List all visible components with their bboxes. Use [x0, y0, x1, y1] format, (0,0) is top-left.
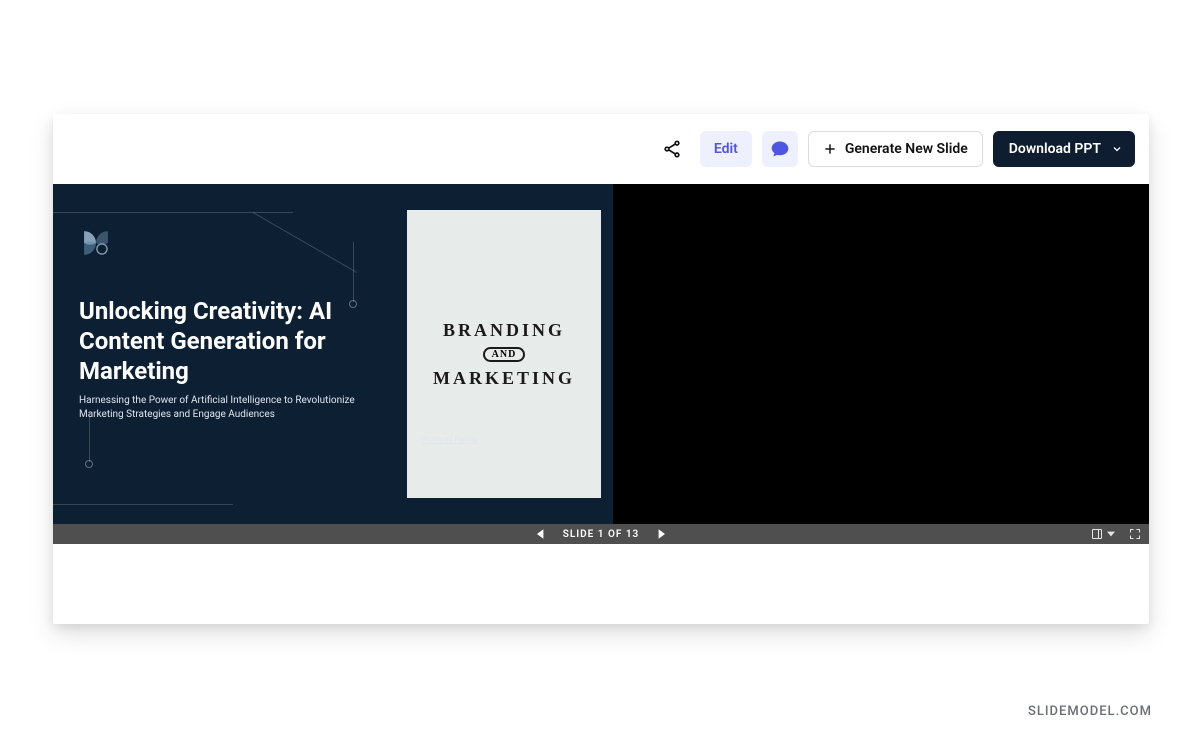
download-ppt-button[interactable]: Download PPT	[993, 131, 1135, 167]
edit-button[interactable]: Edit	[700, 131, 752, 167]
photo-credit: Photo by Pexels	[421, 435, 478, 444]
chevron-down-icon	[1111, 143, 1123, 155]
plus-icon	[823, 142, 837, 156]
caret-down-icon	[1107, 530, 1115, 538]
slide-counter: SLIDE 1 OF 13	[563, 529, 640, 540]
slide-subtitle: Harnessing the Power of Artificial Intel…	[79, 394, 399, 422]
slide-title: Unlocking Creativity: AI Content Generat…	[79, 296, 399, 386]
poster-line-2: MARKETING	[433, 368, 575, 389]
prev-slide-button[interactable]	[519, 529, 563, 539]
app-card: Edit Generate New Slide Download PPT	[53, 114, 1149, 624]
view-mode-button[interactable]	[1091, 528, 1115, 540]
nav-right-controls	[1091, 524, 1141, 544]
fullscreen-icon	[1129, 528, 1141, 540]
decor-line	[253, 212, 357, 273]
poster-and: AND	[483, 347, 526, 362]
generate-button-label: Generate New Slide	[845, 141, 968, 157]
share-button[interactable]	[654, 131, 690, 167]
watermark: SLIDEMODEL.COM	[1028, 704, 1152, 719]
slide-nav-bar: SLIDE 1 OF 13	[53, 524, 1149, 544]
slide-viewer: Unlocking Creativity: AI Content Generat…	[53, 184, 1149, 524]
arrow-left-icon	[537, 529, 545, 539]
decor-dot	[85, 460, 93, 468]
chat-icon	[770, 139, 790, 159]
download-button-label: Download PPT	[1009, 141, 1101, 157]
share-icon	[662, 139, 682, 159]
generate-new-slide-button[interactable]: Generate New Slide	[808, 131, 983, 167]
slide-logo	[79, 226, 113, 264]
decor-line	[353, 242, 354, 302]
fullscreen-button[interactable]	[1129, 528, 1141, 540]
panel-icon	[1091, 528, 1103, 540]
toolbar: Edit Generate New Slide Download PPT	[53, 114, 1149, 184]
logo-icon	[79, 226, 113, 260]
decor-line	[53, 504, 233, 505]
chat-button[interactable]	[762, 131, 798, 167]
edit-button-label: Edit	[714, 141, 738, 157]
arrow-right-icon	[657, 529, 665, 539]
next-slide-button[interactable]	[639, 529, 683, 539]
poster-line-1: BRANDING	[443, 320, 565, 341]
decor-line	[53, 212, 293, 213]
slide-poster: BRANDING AND MARKETING Photo by Pexels	[407, 210, 601, 498]
slide-canvas[interactable]: Unlocking Creativity: AI Content Generat…	[53, 184, 613, 524]
